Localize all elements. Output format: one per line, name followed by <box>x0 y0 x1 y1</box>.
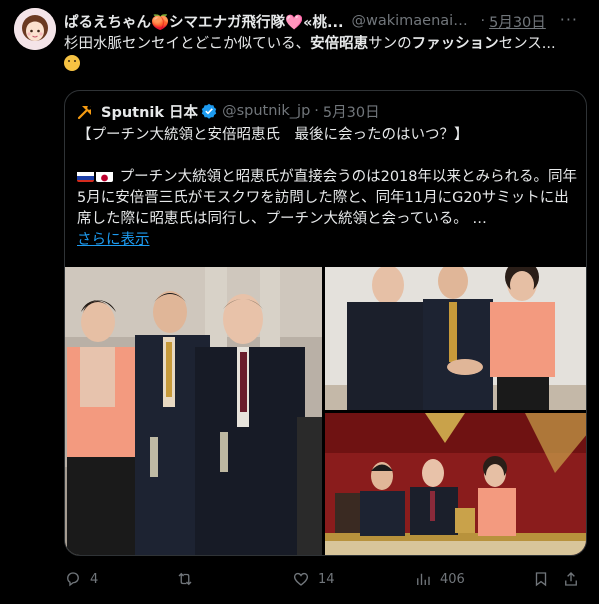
author-name[interactable]: ぱるえちゃん🍑シマエナガ飛行隊🩷«桃... <box>64 11 344 32</box>
show-more-link[interactable]: さらに表示 <box>77 232 150 248</box>
separator-dot: · <box>480 13 486 29</box>
tweet-text-bold: 安倍昭恵 <box>310 36 369 52</box>
tweet[interactable]: ぱるえちゃん🍑シマエナガ飛行隊🩷«桃... @wakimaenaipa... ·… <box>0 0 599 604</box>
action-bar: 4 14 406 <box>64 566 584 592</box>
photo-1[interactable] <box>65 267 322 555</box>
share-button[interactable] <box>562 566 588 592</box>
repost-button[interactable] <box>176 566 202 592</box>
russia-flag-icon <box>77 170 94 182</box>
tweet-text-part: 杉田水脈センセイとどこか似ている、 <box>64 36 311 52</box>
quoted-tweet[interactable]: Sputnik 日本 @sputnik_jp · 5月30日 【プーチン大統領と… <box>64 90 587 556</box>
photo-3[interactable] <box>325 413 586 555</box>
japan-flag-icon <box>96 170 113 182</box>
quoted-header: Sputnik 日本 @sputnik_jp · 5月30日 <box>77 101 380 121</box>
quoted-body: プーチン大統領と昭恵氏が直接会うのは2018年以来とみられる。同年5月に安倍晋三… <box>77 169 578 227</box>
author-handle[interactable]: @wakimaenaipa... <box>352 13 477 29</box>
like-button[interactable]: 14 <box>292 566 335 592</box>
view-count: 406 <box>440 571 465 587</box>
reply-icon <box>67 572 79 587</box>
tweet-header: ぱるえちゃん🍑シマエナガ飛行隊🩷«桃... @wakimaenaipa... ·… <box>64 10 584 32</box>
quoted-title: 【プーチン大統領と安倍昭恵氏 最後に会ったのはいつ？】 <box>77 127 469 143</box>
quoted-body-paragraph: プーチン大統領と昭恵氏が直接会うのは2018年以来とみられる。同年5月に安倍晋三… <box>77 167 577 230</box>
quoted-text: 【プーチン大統領と安倍昭恵氏 最後に会ったのはいつ？】 プーチン大統領と昭恵氏が… <box>77 125 577 251</box>
quoted-date[interactable]: 5月30日 <box>323 101 380 122</box>
quoted-media <box>65 267 586 555</box>
tweet-text: 杉田水脈センセイとどこか似ている、安倍昭恵サンのファッションセンス... <box>64 34 584 74</box>
views-chart-icon <box>417 573 430 585</box>
reply-count: 4 <box>90 571 99 587</box>
repost-icon <box>178 572 192 586</box>
bookmark-icon <box>535 572 547 587</box>
photo-2[interactable] <box>325 267 586 410</box>
more-options-icon[interactable]: ··· <box>560 10 578 29</box>
bookmark-button[interactable] <box>532 566 558 592</box>
tweet-date[interactable]: 5月30日 <box>489 11 546 32</box>
share-icon <box>565 572 577 586</box>
heart-icon <box>293 572 309 586</box>
verified-badge-icon <box>201 103 217 119</box>
tweet-text-part: センス... <box>498 36 556 52</box>
avatar[interactable] <box>14 8 56 50</box>
thinking-face-icon <box>64 55 80 71</box>
separator-dot: · <box>314 103 319 119</box>
like-count: 14 <box>318 571 335 587</box>
quoted-author-name[interactable]: Sputnik 日本 <box>101 101 198 122</box>
reply-button[interactable]: 4 <box>64 566 98 592</box>
tweet-text-bold: ファッション <box>411 36 499 52</box>
tweet-text-part: サンの <box>368 36 412 52</box>
views-button[interactable]: 406 <box>414 566 465 592</box>
sputnik-logo-icon <box>77 105 92 120</box>
quoted-author-handle[interactable]: @sputnik_jp <box>222 103 310 119</box>
